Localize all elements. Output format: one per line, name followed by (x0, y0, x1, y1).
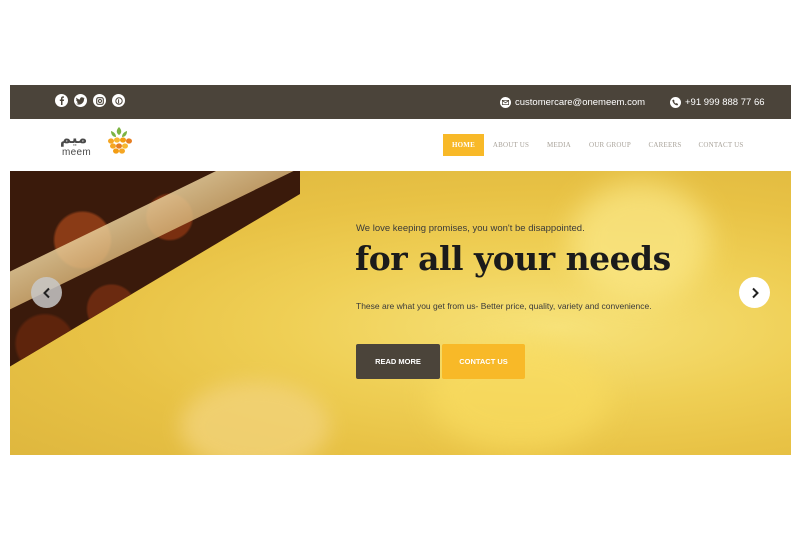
hero-headline: for all your needs (355, 239, 671, 278)
slider-next-button[interactable] (739, 277, 770, 308)
hero-subline: These are what you get from us- Better p… (356, 301, 652, 311)
contact-us-button[interactable]: CONTACT US (442, 344, 525, 379)
top-bar: customercare@onemeem.com +91 999 888 77 … (10, 85, 791, 119)
nav-contact-us[interactable]: CONTACT US (696, 134, 746, 156)
hero-bg-blob (180, 381, 330, 455)
phone-icon (670, 96, 681, 108)
envelope-icon (500, 96, 511, 108)
hero-tagline: We love keeping promises, you won't be d… (356, 223, 585, 234)
website-frame: customercare@onemeem.com +91 999 888 77 … (10, 85, 791, 455)
instagram-icon[interactable] (93, 94, 106, 107)
nav-home[interactable]: HOME (443, 134, 484, 156)
facebook-icon[interactable] (55, 94, 68, 107)
site-header: ميم meem HOME ABOUT US MEDIA OUR GROUP C… (10, 119, 791, 171)
chevron-left-icon (42, 287, 50, 298)
phone-contact[interactable]: +91 999 888 77 66 (670, 85, 765, 119)
nav-about-us[interactable]: ABOUT US (490, 134, 532, 156)
email-contact[interactable]: customercare@onemeem.com (500, 85, 645, 119)
phone-text: +91 999 888 77 66 (685, 96, 765, 108)
nav-our-group[interactable]: OUR GROUP (586, 134, 634, 156)
chevron-right-icon (751, 287, 759, 298)
email-text: customercare@onemeem.com (515, 96, 646, 108)
nav-careers[interactable]: CAREERS (644, 134, 686, 156)
nav-media[interactable]: MEDIA (542, 134, 576, 156)
hero-slider: We love keeping promises, you won't be d… (10, 171, 791, 455)
logo-arabic: ميم (60, 129, 88, 147)
read-more-button[interactable]: READ MORE (356, 344, 440, 379)
twitter-icon[interactable] (74, 94, 87, 107)
wheat-logo-icon (108, 127, 132, 154)
logo-english: meem (62, 147, 91, 158)
pinterest-icon[interactable] (112, 94, 125, 107)
slider-prev-button[interactable] (31, 277, 62, 308)
